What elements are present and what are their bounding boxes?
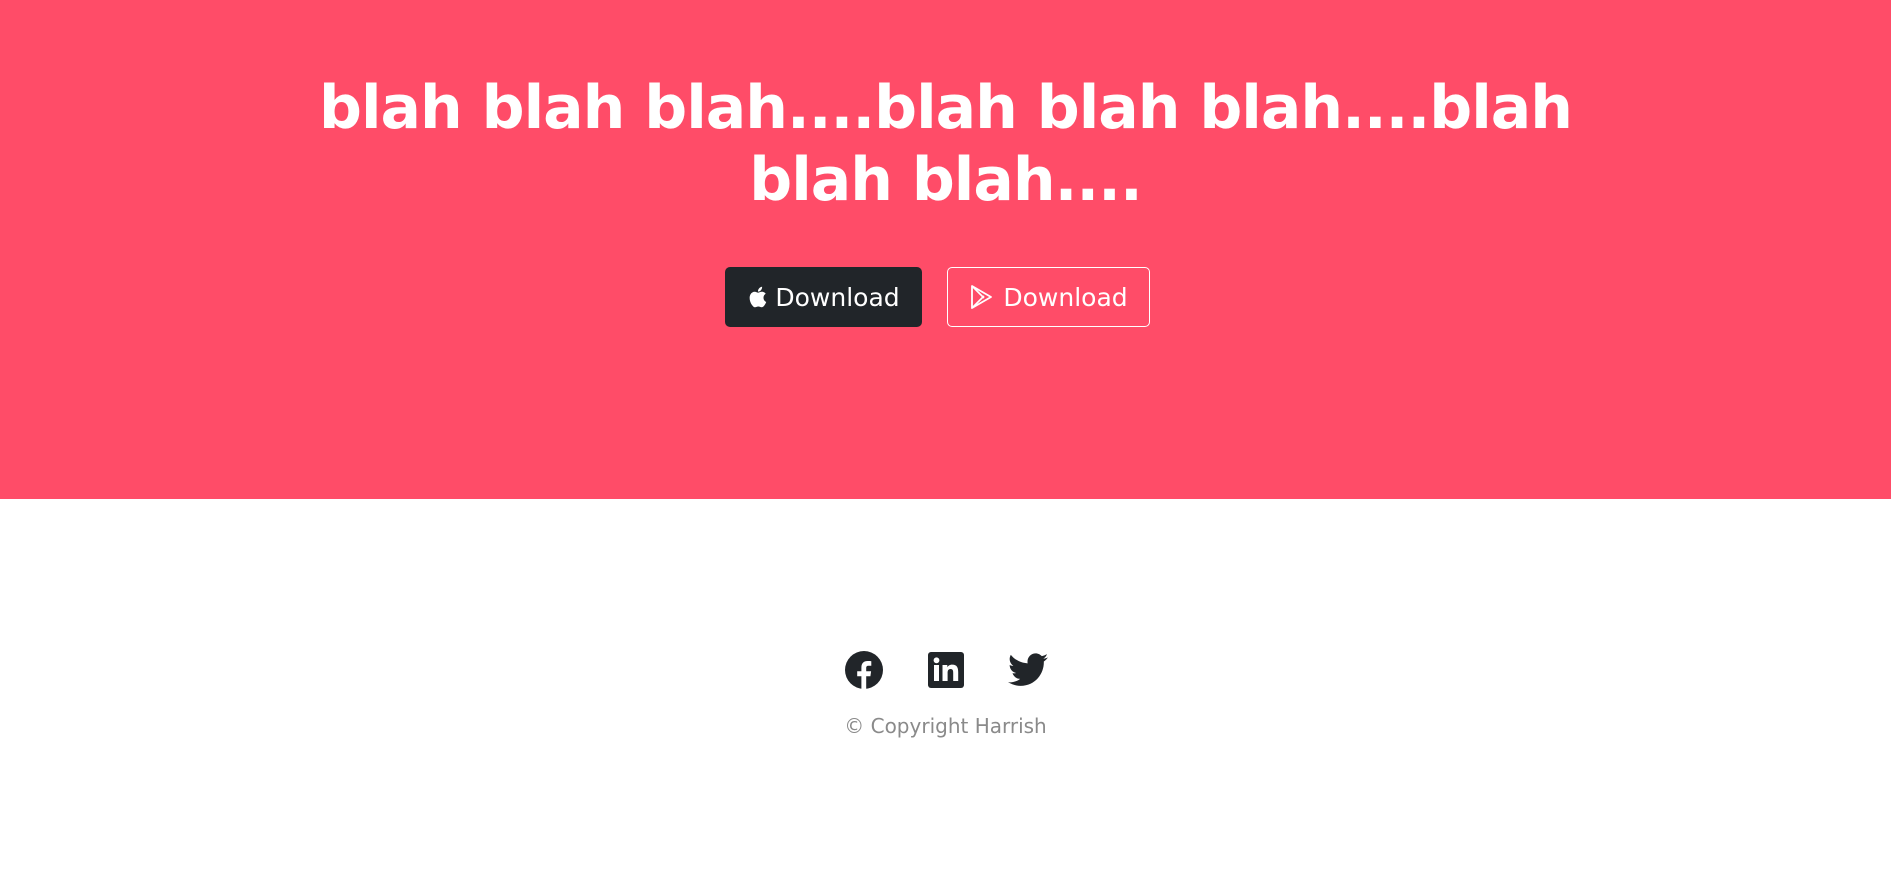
social-links [0, 650, 1891, 690]
apple-icon [747, 285, 767, 309]
facebook-icon[interactable] [844, 650, 884, 690]
twitter-icon[interactable] [1007, 650, 1048, 690]
google-play-download-label: Download [1003, 282, 1128, 312]
copyright-text: © Copyright Harrish [844, 714, 1047, 738]
hero-headline-line1: blah blah blah....blah blah blah....blah [319, 73, 1573, 143]
hero-headline: blah blah blah....blah blah blah....blah… [0, 72, 1891, 216]
hero-section: blah blah blah....blah blah blah....blah… [0, 0, 1891, 499]
linkedin-icon[interactable] [926, 650, 966, 690]
google-play-download-button[interactable]: Download [947, 267, 1150, 327]
apple-download-button[interactable]: Download [725, 267, 922, 327]
hero-headline-line2: blah blah.... [749, 145, 1143, 215]
google-play-icon [969, 284, 995, 310]
apple-download-label: Download [775, 282, 900, 312]
